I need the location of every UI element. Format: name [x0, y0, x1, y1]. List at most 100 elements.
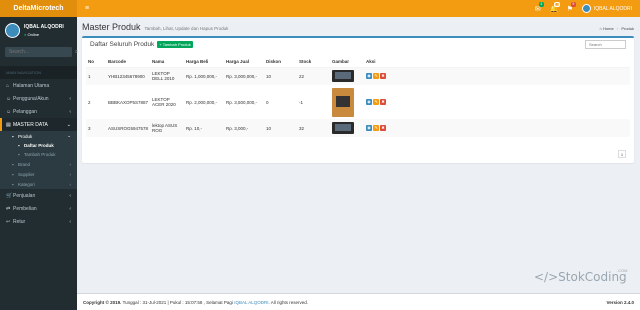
user-panel: IQBAL ALQODRI ● Online [0, 17, 77, 44]
sidebar-item-retur[interactable]: ↩ Retur ‹ [0, 215, 77, 228]
footer: Copyright © 2019. Tunggal : 31-Jul-2021 … [77, 293, 640, 310]
col-stock[interactable]: Stock [297, 57, 331, 68]
table-row: 3 ASUSROG5947578 lektop ASUS ROG Rp. 10,… [86, 119, 630, 137]
sidebar-item-halaman-utama[interactable]: ⌂ Halaman Utama [0, 79, 77, 92]
sidebar-search: ⌕ [5, 47, 78, 57]
watermark: </>StokCoding [534, 270, 627, 284]
top-navbar: ≡ ✉ 4 🔔 10 ⚑ 9 IQBAL ALQODRI [77, 0, 640, 17]
footer-rights: . All rights reserved. [268, 299, 309, 305]
messages-badge: 4 [538, 1, 544, 7]
footer-info: Tunggal : 31-Jul-2021 | Pukul : 15:07:58… [122, 299, 233, 305]
navbar-right: ✉ 4 🔔 10 ⚑ 9 IQBAL ALQODRI [530, 0, 640, 17]
sidebar-avatar [5, 23, 20, 38]
breadcrumb: ⌂ Home › Produk [599, 26, 635, 31]
delete-button[interactable]: ✖ [380, 73, 387, 80]
chevron-left-icon: ‹ [69, 161, 72, 167]
home-icon: ⌂ [599, 26, 602, 31]
table-row: 2 BBBKAXOP5S7887 LEKTOP ACER 2020 Rp. 2,… [86, 85, 630, 119]
master-data-submenu: ▪ Produk ⌄ ▪ Daftar Produk ▪ Tambah Prod… [0, 131, 77, 189]
chevron-left-icon: ‹ [69, 171, 72, 177]
box-header: Daftar Seluruh Produk + Tambah Produk [82, 38, 634, 51]
user-icon: ☺ [6, 108, 12, 115]
navbar-user-name: IQBAL ALQODRI [593, 5, 632, 12]
user-status: ● Online [24, 32, 40, 37]
delete-button[interactable]: ✖ [380, 99, 387, 105]
sidebar-section-header: MAIN NAVIGATION [0, 66, 77, 79]
add-product-button[interactable]: + Tambah Produk [157, 41, 193, 48]
home-icon: ⌂ [6, 82, 10, 89]
menu-toggle-icon[interactable]: ≡ [80, 5, 94, 12]
undo-icon: ↩ [6, 218, 11, 225]
sidebar-item-brand[interactable]: ▪ Brand ‹ [0, 159, 77, 169]
edit-button[interactable]: ✎ [373, 125, 380, 131]
breadcrumb-produk: Produk [621, 26, 634, 31]
delete-button[interactable]: ✖ [380, 125, 387, 131]
view-button[interactable]: ◉ [366, 73, 373, 80]
breadcrumb-home[interactable]: Home [603, 26, 614, 31]
database-icon: ▤ [6, 121, 11, 128]
envelope-icon[interactable]: ✉ 4 [530, 1, 546, 13]
notifications-badge: 10 [553, 1, 560, 7]
product-table: No Barcode Nama Harga Beli Harga Jual Di… [86, 57, 630, 137]
table-search-input[interactable] [585, 40, 626, 49]
sidebar-item-produk[interactable]: ▪ Produk ⌄ [0, 131, 77, 141]
footer-version: Version 2.4.0 [606, 299, 634, 305]
product-image [332, 70, 355, 83]
col-gambar: Gambar [330, 57, 365, 68]
col-harga-beli[interactable]: Harga Beli [184, 57, 225, 68]
sidebar-item-pelanggan[interactable]: ☺ Pelanggan ‹ [0, 105, 77, 118]
chevron-left-icon: ‹ [69, 205, 71, 212]
chevron-left-icon: ‹ [69, 95, 71, 102]
sidebar-search-input[interactable] [5, 47, 75, 57]
edit-button[interactable]: ✎ [373, 99, 380, 105]
exchange-icon: ⇄ [6, 205, 11, 212]
app-logo[interactable]: DeltaMicrotech [0, 0, 77, 17]
cart-icon: 🛒 [6, 192, 13, 199]
footer-user-link[interactable]: IQBAL ALQODRI [234, 300, 268, 305]
chevron-left-icon: ‹ [69, 218, 71, 225]
product-image [332, 122, 355, 134]
online-dot-icon: ● [24, 32, 27, 37]
product-list-box: Daftar Seluruh Produk + Tambah Produk No… [82, 36, 634, 163]
content-header: Master Produk Tambah, Lihat, Update dan … [82, 22, 634, 36]
col-harga-jual[interactable]: Harga Jual [224, 57, 265, 68]
user-icon: ☺ [6, 95, 12, 102]
tasks-badge: 9 [570, 1, 576, 7]
sidebar-item-supplier[interactable]: ▪ Supplier ‹ [0, 169, 77, 179]
pagination-page-1[interactable]: 1 [618, 150, 626, 158]
sidebar-item-daftar-produk[interactable]: ▪ Daftar Produk [0, 141, 77, 150]
page-subtitle: Tambah, Lihat, Update dan Hapus Produk [144, 26, 229, 31]
col-aksi: Aksi [364, 57, 630, 68]
col-no[interactable]: No [86, 57, 106, 68]
col-nama[interactable]: Nama [150, 57, 185, 68]
sidebar-item-tambah-produk[interactable]: ▪ Tambah Produk [0, 150, 77, 159]
sidebar: IQBAL ALQODRI ● Online ⌕ MAIN NAVIGATION… [0, 17, 78, 310]
sidebar-item-penjualan[interactable]: 🛒 Penjualan ‹ [0, 189, 77, 202]
table-header-row: No Barcode Nama Harga Beli Harga Jual Di… [86, 57, 630, 68]
chevron-left-icon: ‹ [69, 108, 71, 115]
sidebar-item-pembelian[interactable]: ⇄ Pembelian ‹ [0, 202, 77, 215]
sidebar-item-pengguna[interactable]: ☺ Pengguna/Akun ‹ [0, 92, 77, 105]
chevron-left-icon: ‹ [69, 192, 71, 199]
sidebar-user-name: IQBAL ALQODRI [24, 24, 64, 30]
chevron-down-icon: ⌄ [67, 133, 71, 138]
user-menu[interactable]: IQBAL ALQODRI [581, 4, 632, 13]
flag-icon[interactable]: ⚑ 9 [562, 1, 578, 13]
avatar [581, 4, 591, 13]
view-button[interactable]: ◉ [366, 99, 373, 105]
watermark-suffix: .COM [617, 268, 628, 273]
product-image [332, 87, 355, 117]
edit-button[interactable]: ✎ [373, 73, 380, 80]
view-button[interactable]: ◉ [366, 125, 373, 131]
search-icon[interactable]: ⌕ [75, 49, 78, 56]
table-row: 1 YHB12345678900 LEKTOP DELL 2010 Rp. 1,… [86, 67, 630, 85]
sidebar-item-kategori[interactable]: ▪ Kategori ‹ [0, 179, 77, 189]
col-barcode[interactable]: Barcode [106, 57, 151, 68]
col-diskon[interactable]: Diskon [264, 57, 298, 68]
footer-copyright: Copyright © 2019. [83, 299, 122, 305]
page-title: Master Produk [82, 22, 141, 32]
chevron-down-icon: ⌄ [66, 121, 71, 128]
box-title: Daftar Seluruh Produk [90, 41, 155, 48]
bell-icon[interactable]: 🔔 10 [546, 1, 562, 13]
sidebar-item-master-data[interactable]: ▤ MASTER DATA ⌄ [0, 118, 77, 131]
